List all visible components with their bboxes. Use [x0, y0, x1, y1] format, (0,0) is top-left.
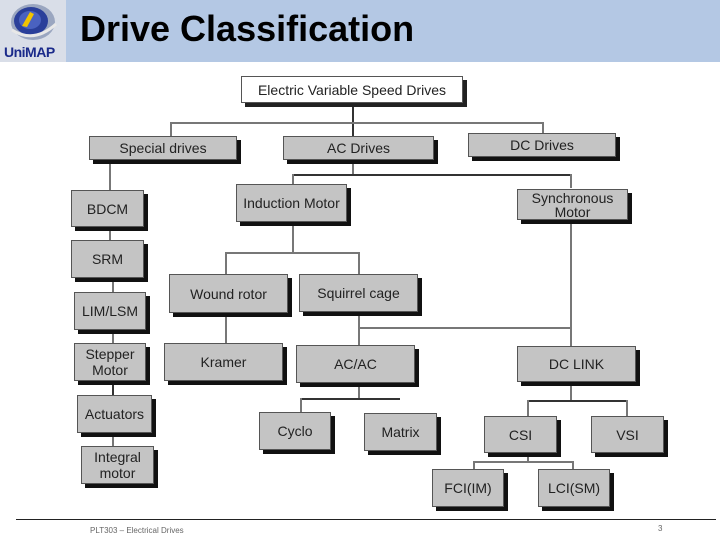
- node-special-drives: Special drives: [89, 136, 237, 160]
- page-title: Drive Classification: [80, 8, 415, 49]
- node-csi: CSI: [484, 416, 557, 453]
- footer-divider: [16, 519, 716, 520]
- footer-course: PLT303 – Electrical Drives: [90, 526, 184, 535]
- node-bdcm: BDCM: [71, 190, 144, 227]
- node-ac-ac: AC/AC: [296, 345, 415, 383]
- node-dc-drives: DC Drives: [468, 133, 616, 157]
- node-synchronous-motor: Synchronous Motor: [517, 189, 628, 220]
- node-actuators: Actuators: [77, 395, 152, 433]
- node-squirrel-cage: Squirrel cage: [299, 274, 418, 312]
- node-root: Electric Variable Speed Drives: [241, 76, 463, 103]
- node-cyclo: Cyclo: [259, 412, 331, 450]
- university-logo-icon: [11, 4, 58, 40]
- node-kramer: Kramer: [164, 343, 283, 381]
- node-matrix: Matrix: [364, 413, 437, 451]
- node-stepper-motor: Stepper Motor: [74, 343, 146, 381]
- node-srm: SRM: [71, 240, 144, 278]
- logo-text: UniMAP: [4, 44, 55, 60]
- node-wound-rotor: Wound rotor: [169, 274, 288, 313]
- node-integral-motor: Integral motor: [81, 446, 154, 484]
- node-lci-sm: LCI(SM): [538, 469, 610, 507]
- node-induction-motor: Induction Motor: [236, 184, 347, 222]
- slide-header: UniMAP Drive Classification: [0, 0, 720, 62]
- page-number: 3: [658, 524, 663, 533]
- node-lim-lsm: LIM/LSM: [74, 292, 146, 330]
- node-ac-drives: AC Drives: [283, 136, 434, 160]
- node-fci-im: FCI(IM): [432, 469, 504, 507]
- node-dc-link: DC LINK: [517, 346, 636, 382]
- university-logo: UniMAP: [0, 0, 66, 62]
- node-vsi: VSI: [591, 416, 664, 453]
